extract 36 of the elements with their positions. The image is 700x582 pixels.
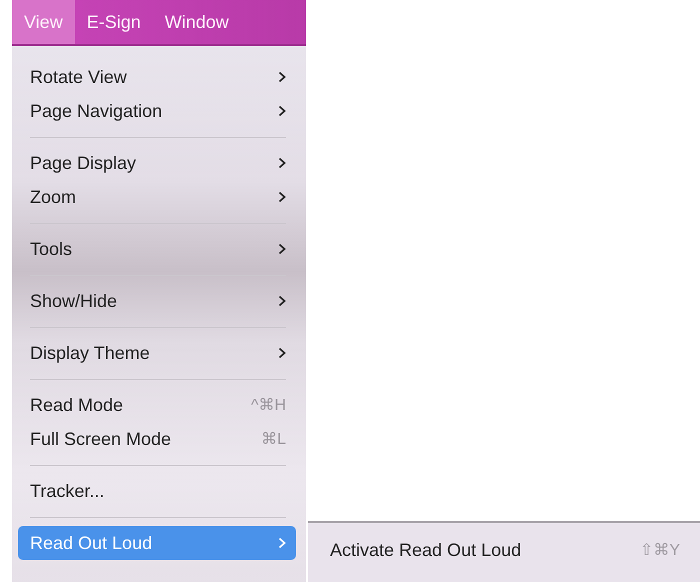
chevron-right-icon — [278, 347, 286, 359]
menu-item[interactable]: Display Theme — [18, 336, 296, 370]
keyboard-shortcut: ⇧⌘Y — [640, 541, 680, 560]
menu-item-label: Read Out Loud — [30, 532, 152, 554]
menu-item[interactable]: Tools — [18, 232, 296, 266]
chevron-right-icon — [278, 537, 286, 549]
menu-item[interactable]: Page Display — [18, 146, 296, 180]
menu-item-label: Page Navigation — [30, 100, 162, 122]
chevron-right-icon — [278, 71, 286, 83]
menu-item[interactable]: Page Navigation — [18, 94, 296, 128]
menu-item-label: Full Screen Mode — [30, 428, 172, 450]
menu-item-label: Show/Hide — [30, 290, 118, 312]
chevron-right-icon — [278, 191, 286, 203]
menu-bar-item[interactable]: Window — [152, 0, 241, 44]
menu-item-label: Rotate View — [30, 66, 127, 88]
chevron-right-icon — [278, 105, 286, 117]
chevron-right-icon — [278, 243, 286, 255]
menu-item[interactable]: Full Screen Mode ⌘L — [18, 422, 296, 456]
menu-item[interactable]: Activate Read Out Loud ⇧⌘Y — [330, 533, 686, 567]
menu-item[interactable]: Read Mode ^⌘H — [18, 388, 296, 422]
menu-item[interactable]: Show/Hide — [18, 284, 296, 318]
menu-item-label: Tracker... — [30, 480, 104, 502]
chevron-right-icon — [278, 157, 286, 169]
menu-item-label: Tools — [30, 238, 72, 260]
menu-item-label: Page Display — [30, 152, 136, 174]
menu-bar-item[interactable]: E-Sign — [74, 0, 153, 44]
menu-item-label: Activate Read Out Loud — [330, 540, 522, 560]
menu-item-label: Zoom — [30, 186, 76, 208]
menu-item[interactable]: Zoom — [18, 180, 296, 214]
menu-item[interactable]: Tracker... — [18, 474, 296, 508]
menu-item-label: Read Mode — [30, 394, 124, 416]
menu-item-label: Display Theme — [30, 342, 150, 364]
keyboard-shortcut: ⌘L — [261, 430, 286, 449]
menu-item[interactable]: Rotate View — [18, 60, 296, 94]
keyboard-shortcut: ^⌘H — [250, 396, 286, 415]
chevron-right-icon — [278, 295, 286, 307]
